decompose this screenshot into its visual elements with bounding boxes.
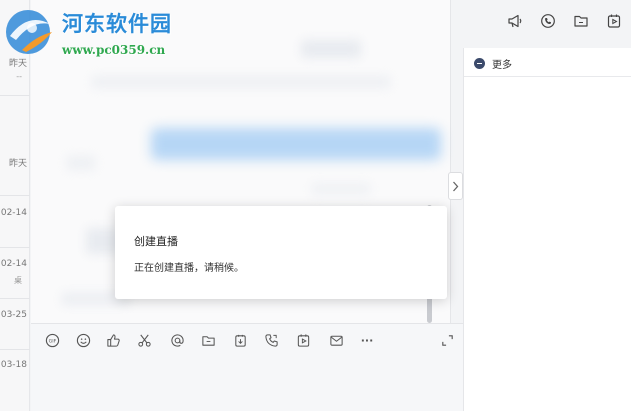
divider xyxy=(0,298,30,299)
conversation-date: 02-14 xyxy=(0,259,27,269)
live-icon xyxy=(297,333,309,347)
call-header-button[interactable] xyxy=(539,12,557,30)
task-icon xyxy=(234,334,246,347)
file-button[interactable] xyxy=(200,332,216,348)
app-window: 昨天 -- 昨天 02-14 02-14 桌 03-25 03-18 GIF ·… xyxy=(0,0,631,411)
more-icon xyxy=(474,58,485,69)
folder-icon xyxy=(574,15,588,27)
message-toolbar: GIF ··· xyxy=(31,323,463,356)
more-button[interactable]: 更多 xyxy=(474,56,512,71)
create-live-dialog: 创建直播 正在创建直播，请稍候。 xyxy=(115,206,447,299)
gif-icon: GIF xyxy=(45,333,59,347)
emoji-button[interactable] xyxy=(75,332,91,348)
more-label: 更多 xyxy=(492,60,512,71)
blurred-message xyxy=(301,40,361,58)
files-button[interactable] xyxy=(572,12,590,30)
divider xyxy=(0,349,30,350)
site-watermark: 河东软件园 www.pc0359.cn xyxy=(0,0,210,62)
conversation-date: 03-25 xyxy=(0,310,27,320)
gif-button[interactable]: GIF xyxy=(44,332,60,348)
conversation-item[interactable]: 昨天 xyxy=(0,148,30,192)
task-button[interactable] xyxy=(232,332,248,348)
right-header xyxy=(452,0,631,48)
divider xyxy=(0,195,30,196)
mail-icon xyxy=(329,335,343,346)
like-button[interactable] xyxy=(105,332,121,348)
conversation-item[interactable]: 02-14 桌 xyxy=(0,251,30,295)
message-input[interactable] xyxy=(31,356,463,411)
divider xyxy=(0,247,30,248)
dialog-message: 正在创建直播，请稍候。 xyxy=(134,263,244,274)
at-icon xyxy=(170,333,184,347)
thumbs-up-icon xyxy=(106,333,120,347)
blurred-message xyxy=(311,182,371,196)
more-tools-button[interactable]: ··· xyxy=(359,332,375,348)
live-header-button[interactable] xyxy=(605,12,623,30)
blurred-bubble xyxy=(151,128,441,160)
emoji-icon xyxy=(76,333,90,347)
scissors-icon xyxy=(137,334,151,347)
folder-icon xyxy=(201,335,215,346)
conversation-date: 昨天 xyxy=(8,159,27,169)
call-button[interactable] xyxy=(263,332,279,348)
divider xyxy=(0,95,30,96)
conversation-item[interactable]: 03-25 xyxy=(0,302,30,346)
dialog-title: 创建直播 xyxy=(134,235,178,248)
live-icon xyxy=(607,14,621,28)
screenshot-button[interactable] xyxy=(136,332,152,348)
expand-input-button[interactable] xyxy=(439,332,455,348)
watermark-logo-icon xyxy=(6,10,52,54)
expand-icon xyxy=(441,334,453,346)
conversation-date: 03-18 xyxy=(0,360,27,370)
mail-button[interactable] xyxy=(328,332,344,348)
collapse-panel-button[interactable] xyxy=(448,172,463,200)
blurred-message xyxy=(66,155,96,171)
watermark-url: www.pc0359.cn xyxy=(62,43,166,57)
svg-text:GIF: GIF xyxy=(48,338,56,344)
conversation-preview: -- xyxy=(16,72,22,81)
conversation-preview: 桌 xyxy=(14,276,22,285)
watermark-site-name: 河东软件园 xyxy=(62,11,172,36)
blurred-message xyxy=(91,75,391,89)
chevron-right-icon xyxy=(453,181,459,191)
conversation-item[interactable]: 02-14 xyxy=(0,200,30,244)
announcement-button[interactable] xyxy=(506,12,524,30)
phone-icon xyxy=(541,14,555,28)
conversation-date: 02-14 xyxy=(0,208,27,218)
live-button[interactable] xyxy=(295,332,311,348)
mention-button[interactable] xyxy=(169,332,185,348)
call-icon xyxy=(264,333,278,347)
divider xyxy=(464,76,631,77)
conversation-item[interactable]: 03-18 xyxy=(0,352,30,396)
side-panel: 更多 xyxy=(463,48,631,411)
megaphone-icon xyxy=(508,14,522,28)
